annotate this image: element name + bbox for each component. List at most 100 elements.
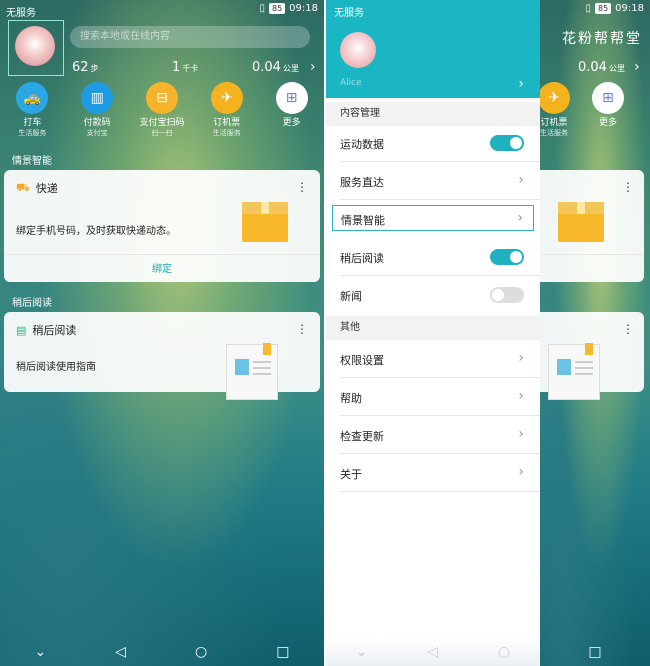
section-other: 其他 — [326, 316, 540, 340]
later-card[interactable]: ▤ 稍后阅读 ⋮ 稍后阅读使用指南 — [4, 312, 320, 400]
chevron-right-icon: › — [517, 210, 523, 226]
nav-bar: □ — [540, 638, 650, 666]
chevron-right-icon: › — [518, 388, 524, 404]
quick-action-more[interactable]: ⊞ 更多 — [262, 82, 322, 138]
quick-action-pay-code[interactable]: ▥ 付款码 支付宝 — [67, 82, 127, 138]
row-label: 稍后阅读 — [340, 252, 384, 265]
status-bar: ▯ 85 09:18 — [540, 0, 650, 20]
avatar — [340, 32, 376, 68]
status-bar: 无服务 ▯ 85 09:18 — [0, 0, 324, 20]
chevron-down-icon[interactable]: ⌄ — [35, 644, 47, 660]
home-screen-partial: ▯ 85 09:18 花粉帮帮堂 0.04 公里 › ✈ 订机票 生活服务 ⊞ 更… — [540, 0, 650, 666]
steps-value: 62 — [72, 60, 89, 75]
scan-icon: ⊟ — [145, 82, 178, 114]
settings-screen: 无服务 Alice › 内容管理 运动数据 服务直达 › 情景智能 › 稍后阅读… — [326, 0, 540, 666]
quick-action-sub: 生活服务 — [18, 129, 47, 137]
document-icon — [226, 343, 278, 400]
avatar-button[interactable] — [8, 20, 64, 76]
divider — [540, 254, 644, 255]
more-vertical-icon[interactable]: ⋮ — [622, 180, 634, 194]
quick-action-more[interactable]: ⊞ 更多 — [578, 82, 638, 129]
section-later-title: 稍后阅读 — [12, 298, 52, 309]
recents-icon[interactable]: □ — [276, 644, 289, 660]
chevron-right-icon: › — [518, 172, 524, 188]
distance-stat[interactable]: 0.04 公里 › — [578, 56, 640, 75]
back-icon[interactable]: ◁ — [115, 644, 126, 660]
profile-header[interactable]: 无服务 Alice › — [326, 0, 540, 98]
back-icon[interactable]: ◁ — [427, 644, 438, 660]
chevron-right-icon: › — [518, 464, 524, 480]
row-label: 权限设置 — [340, 354, 384, 367]
plane-icon: ✈ — [210, 82, 243, 114]
clock: 09:18 — [615, 3, 644, 14]
package-icon — [242, 202, 288, 242]
news-toggle[interactable] — [490, 287, 524, 303]
quick-action-sub: 生活服务 — [212, 129, 241, 137]
quick-action-label: 更多 — [282, 118, 301, 128]
battery-icon: 85 — [594, 3, 612, 14]
chevron-down-icon[interactable]: ⌄ — [356, 644, 368, 660]
avatar — [15, 26, 55, 66]
clock: 09:18 — [289, 3, 318, 14]
divider — [4, 254, 320, 255]
express-card-partial[interactable]: ⋮ — [540, 170, 644, 282]
row-sport-data[interactable]: 运动数据 — [326, 124, 540, 162]
username: Alice — [340, 78, 362, 88]
row-label: 新闻 — [340, 290, 362, 303]
row-smart-scene[interactable]: 情景智能 › — [332, 205, 534, 231]
quick-action-label: 支付宝扫码 — [139, 118, 185, 128]
home-icon[interactable]: ○ — [498, 644, 510, 660]
quick-action-alipay-scan[interactable]: ⊟ 支付宝扫码 扫一扫 — [132, 82, 192, 138]
chevron-right-icon: › — [310, 59, 316, 75]
row-news[interactable]: 新闻 — [326, 276, 540, 314]
quick-action-taxi[interactable]: 🚕 打车 生活服务 — [2, 82, 62, 138]
more-vertical-icon[interactable]: ⋮ — [622, 322, 634, 336]
row-help[interactable]: 帮助 › — [326, 378, 540, 416]
recents-icon[interactable]: □ — [588, 644, 601, 660]
row-label: 关于 — [340, 468, 362, 481]
row-check-update[interactable]: 检查更新 › — [326, 416, 540, 454]
truck-icon: ⛟ — [16, 180, 30, 194]
vibrate-icon: ▯ — [585, 3, 591, 14]
bind-button[interactable]: 绑定 — [4, 260, 320, 275]
section-content-management: 内容管理 — [326, 102, 540, 126]
calories-value: 1 — [172, 60, 181, 75]
search-input[interactable]: 搜索本地或在线内容 — [70, 26, 310, 48]
express-card[interactable]: ⛟ 快递 ⋮ 绑定手机号码，及时获取快递动态。 绑定 — [4, 170, 320, 282]
later-card-title: 稍后阅读 — [32, 324, 77, 337]
quick-action-sub: 生活服务 — [540, 129, 568, 137]
grid-icon: ⊞ — [592, 82, 624, 114]
more-vertical-icon[interactable]: ⋮ — [296, 180, 308, 194]
nav-bar: ⌄ ◁ ○ □ — [0, 638, 324, 666]
row-read-later[interactable]: 稍后阅读 — [326, 238, 540, 276]
quick-actions: 🚕 打车 生活服务 ▥ 付款码 支付宝 ⊟ 支付宝扫码 扫一扫 ✈ 订机票 生活… — [0, 82, 324, 138]
vibrate-icon: ▯ — [259, 3, 265, 14]
home-icon[interactable]: ○ — [195, 644, 207, 660]
quick-action-label: 更多 — [598, 118, 617, 128]
more-vertical-icon[interactable]: ⋮ — [296, 322, 308, 336]
plane-icon: ✈ — [540, 82, 570, 114]
distance-unit: 公里 — [608, 64, 625, 73]
row-label: 帮助 — [340, 392, 362, 405]
chevron-right-icon: › — [518, 350, 524, 366]
later-card-partial[interactable]: ⋮ — [540, 312, 644, 400]
steps-stat[interactable]: 62 步 — [72, 56, 99, 75]
row-label: 检查更新 — [340, 430, 384, 443]
calories-unit: 千卡 — [182, 64, 199, 73]
row-about[interactable]: 关于 › — [326, 454, 540, 492]
row-label: 运动数据 — [340, 138, 384, 151]
distance-stat[interactable]: 0.04 公里 › — [252, 56, 316, 75]
row-label: 情景智能 — [341, 214, 385, 227]
taxi-icon: 🚕 — [16, 82, 49, 114]
read-later-toggle[interactable] — [490, 249, 524, 265]
row-service-direct[interactable]: 服务直达 › — [326, 162, 540, 200]
book-icon: ▤ — [16, 323, 27, 337]
express-card-body: 绑定手机号码，及时获取快递动态。 — [16, 226, 176, 237]
home-screen: 无服务 ▯ 85 09:18 搜索本地或在线内容 62 步 1 千卡 0.04 公里 … — [0, 0, 324, 666]
battery-icon: 85 — [268, 3, 286, 14]
sport-data-toggle[interactable] — [490, 135, 524, 151]
quick-action-flight[interactable]: ✈ 订机票 生活服务 — [197, 82, 257, 138]
calories-stat[interactable]: 1 千卡 — [172, 56, 198, 75]
row-permissions[interactable]: 权限设置 › — [326, 340, 540, 378]
distance-value: 0.04 — [252, 60, 281, 75]
